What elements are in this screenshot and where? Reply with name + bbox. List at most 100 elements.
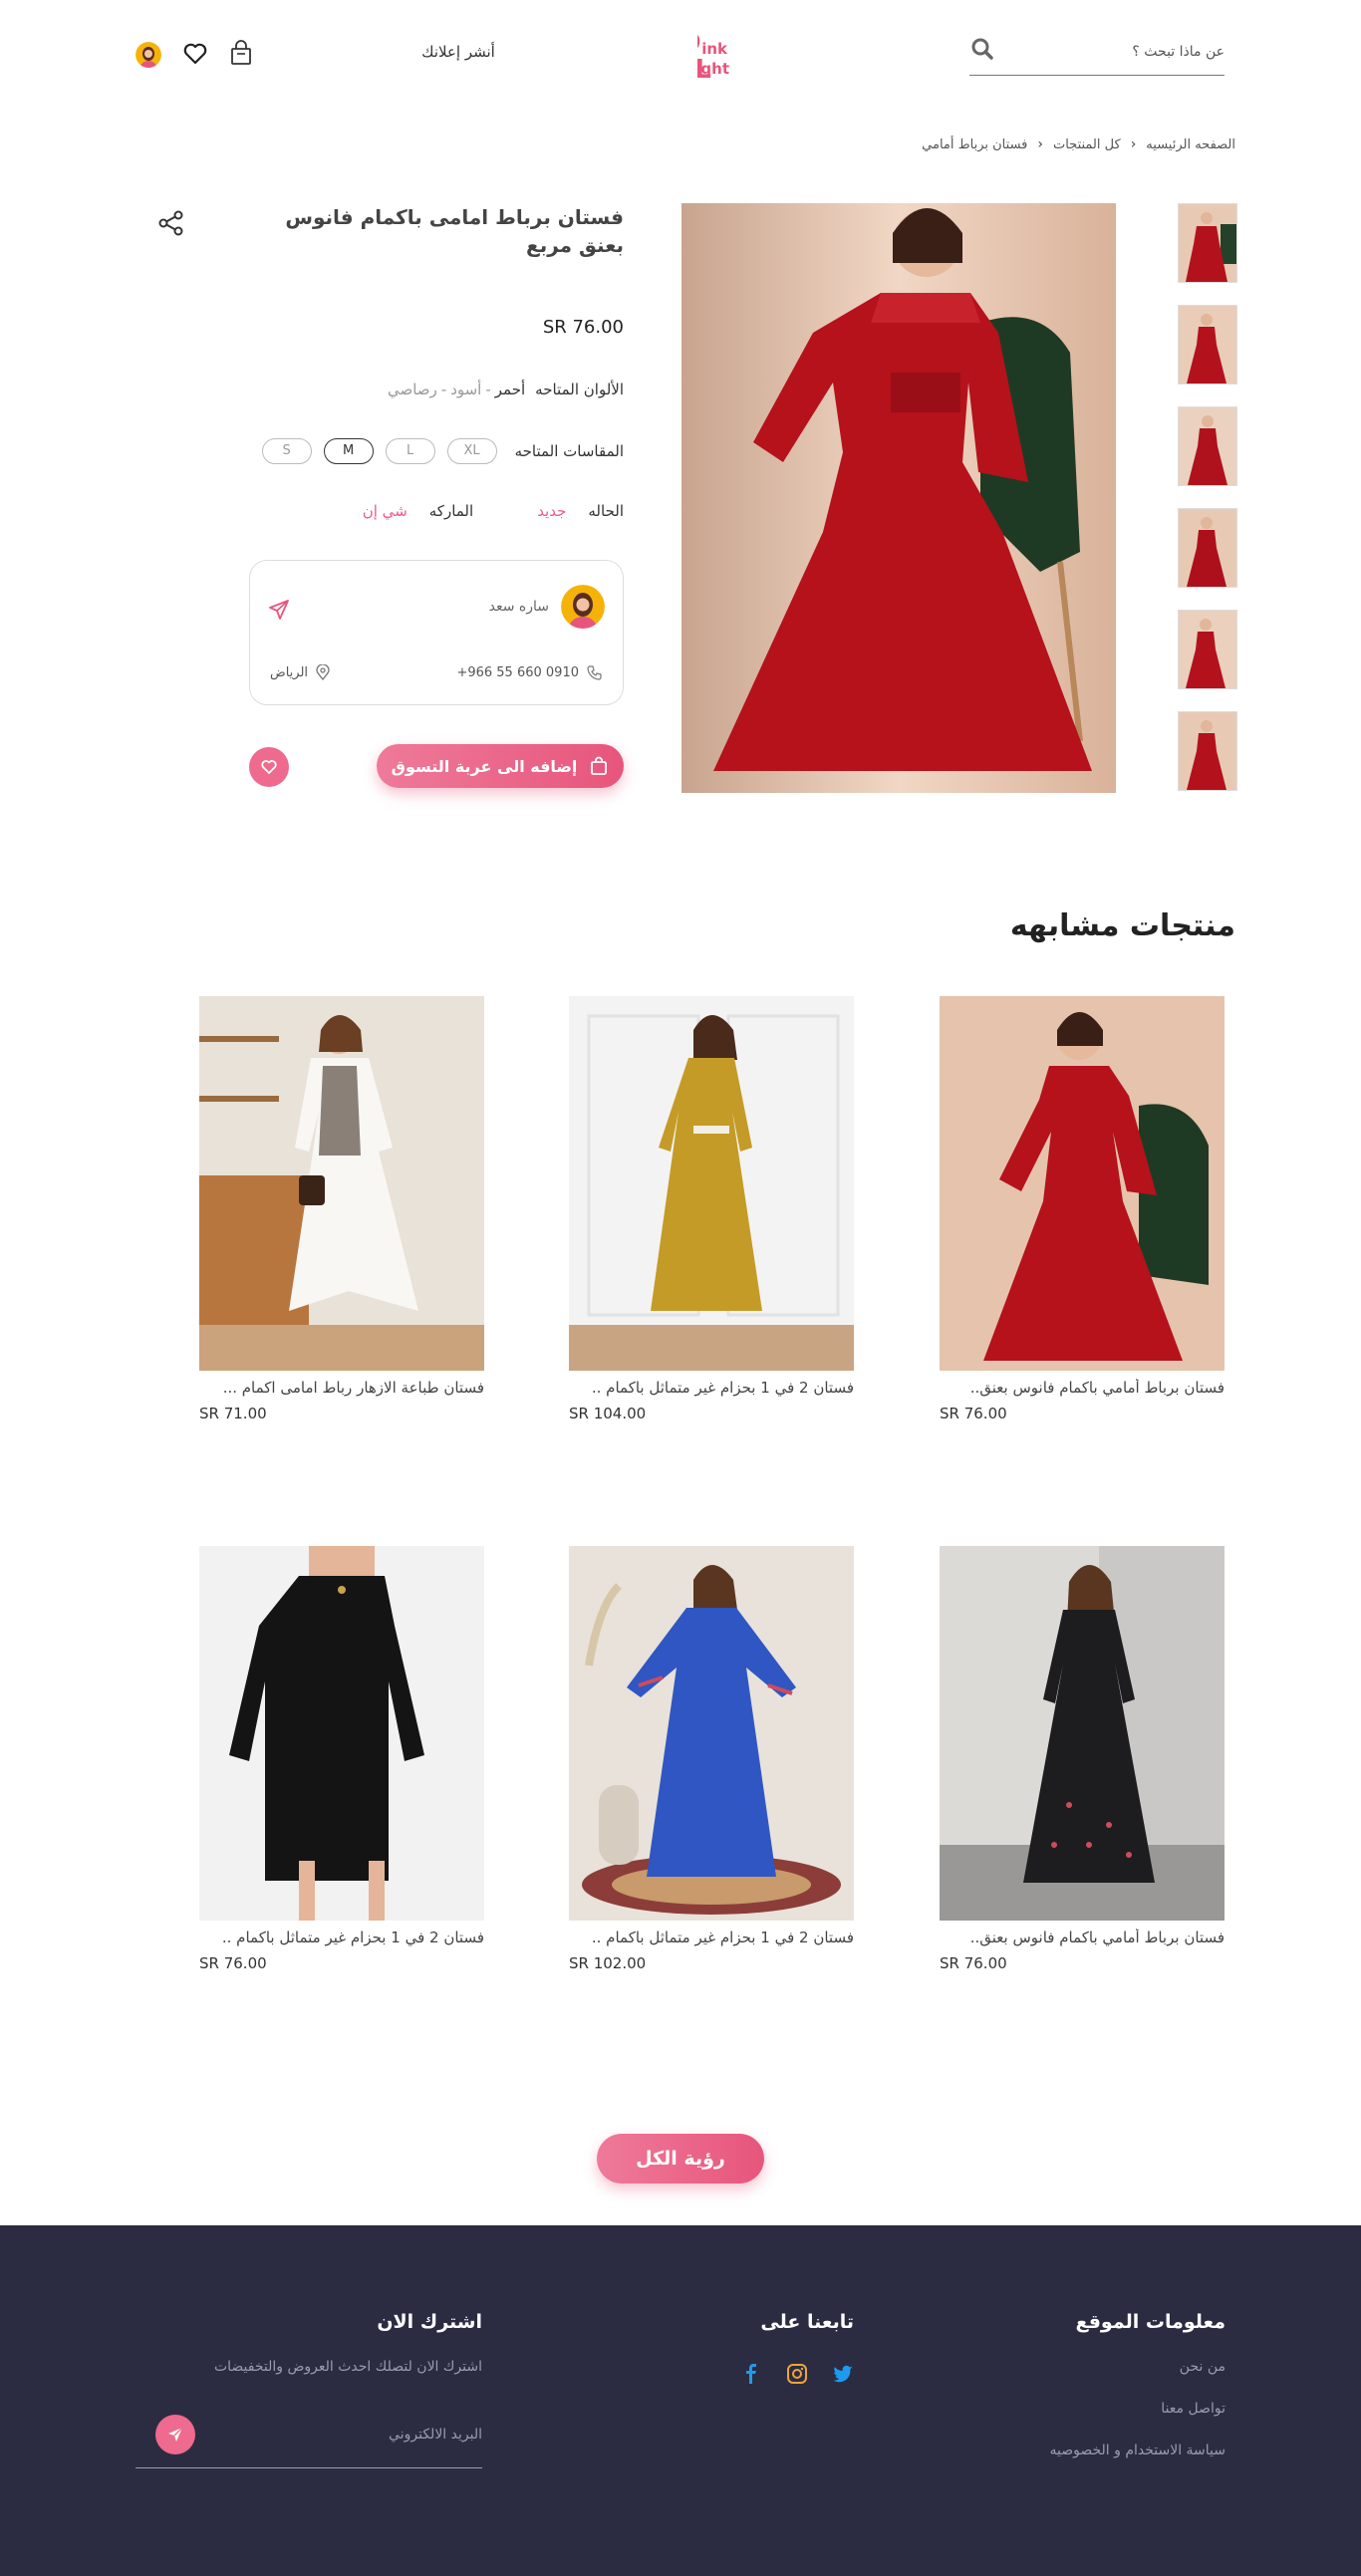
add-to-favorites-button[interactable] xyxy=(249,747,289,787)
seller-phone[interactable]: +966 55 660 0910 xyxy=(456,664,603,680)
seller-card: ساره سعد +966 55 660 0910 الرياض xyxy=(249,560,624,705)
product-card[interactable]: فستان 2 في 1 بحزام غير متماثل باكمام .. … xyxy=(569,996,854,1422)
chevron-left-icon: ‹ xyxy=(1037,136,1043,152)
size-option-s[interactable]: S xyxy=(261,438,312,464)
advertise-link[interactable]: أنشر إعلانك xyxy=(399,43,518,61)
bag-icon xyxy=(591,756,608,775)
add-to-cart-button[interactable]: إضافه الى عربة التسوق xyxy=(377,744,624,788)
size-option-m[interactable]: M xyxy=(323,438,374,464)
social-links xyxy=(694,2363,854,2385)
footer-link-privacy[interactable]: سياسة الاستخدام و الخصوصيه xyxy=(986,2443,1225,2458)
product-card-title[interactable]: فستان 2 في 1 بحزام غير متماثل باكمام .. xyxy=(199,1929,484,1946)
sizes-label: المقاسات المتاحه xyxy=(514,442,624,460)
thumbnail[interactable] xyxy=(1178,610,1237,689)
thumbnail[interactable] xyxy=(1178,711,1237,791)
condition-group: الحاله جديد xyxy=(537,502,624,520)
product-card-price: SR 104.00 xyxy=(569,1405,647,1422)
search-box[interactable] xyxy=(969,28,1225,76)
product-title: فستان برباط امامى باكمام فانوس بعنق مربع xyxy=(285,205,624,257)
size-option-l[interactable]: L xyxy=(385,438,435,464)
seller-city-name: الرياض xyxy=(270,664,309,680)
sizes-row: المقاسات المتاحه XL L M S xyxy=(261,438,624,464)
footer-subscribe-title: اشترك الان xyxy=(377,2311,482,2333)
seller-name: ساره سعد xyxy=(488,599,549,615)
product-main-image[interactable] xyxy=(681,203,1116,793)
add-to-cart-label: إضافه الى عربة التسوق xyxy=(391,756,578,776)
send-message-icon[interactable] xyxy=(266,597,292,623)
breadcrumb-current: فستان برباط أمامي xyxy=(922,136,1028,152)
product-card-price: SR 76.00 xyxy=(940,1954,1007,1972)
thumbnail[interactable] xyxy=(1178,305,1237,385)
product-card[interactable]: فستان برباط أمامي باكمام فانوس بعنق.. SR… xyxy=(940,996,1225,1422)
breadcrumb-home[interactable]: الصفحه الرئيسيه xyxy=(1146,137,1235,152)
color-option[interactable]: أسود xyxy=(450,381,481,398)
chevron-left-icon: ‹ xyxy=(1130,136,1137,152)
product-card-image[interactable] xyxy=(199,996,484,1371)
product-card-price: SR 102.00 xyxy=(569,1954,647,1972)
heart-icon[interactable] xyxy=(181,40,209,68)
cart-icon[interactable] xyxy=(227,40,255,68)
site-header: P ink L ight أنشر إعلانك xyxy=(0,0,1361,110)
heart-icon xyxy=(261,760,277,774)
size-option-xl[interactable]: XL xyxy=(446,438,497,464)
color-separator: - xyxy=(440,381,447,398)
seller-avatar xyxy=(561,585,605,629)
footer-subscribe-description: اشترك الان لتصلك احدث العروض والتخفيضات xyxy=(213,2359,482,2375)
product-price: SR 76.00 xyxy=(542,317,624,338)
color-option[interactable]: رصاصي xyxy=(388,381,437,398)
product-card[interactable]: فستان برباط أمامي باكمام فانوس بعنق.. SR… xyxy=(940,1546,1225,1972)
product-card-image[interactable] xyxy=(569,1546,854,1921)
similar-products-title: منتجات مشابهه xyxy=(1009,908,1235,943)
brand-value[interactable]: شي إن xyxy=(363,502,408,520)
footer-follow-column: تابعنا على xyxy=(694,2311,854,2385)
seller-location: الرياض xyxy=(270,664,330,680)
product-card[interactable]: فستان 2 في 1 بحزام غير متماثل باكمام .. … xyxy=(199,1546,484,1972)
product-card-price: SR 76.00 xyxy=(940,1405,1007,1422)
product-card-title[interactable]: فستان برباط أمامي باكمام فانوس بعنق.. xyxy=(940,1379,1225,1397)
color-separator: - xyxy=(485,381,491,398)
product-card-image[interactable] xyxy=(940,996,1225,1371)
product-card-image[interactable] xyxy=(199,1546,484,1921)
product-card[interactable]: فستان طباعة الازهار رباط امامى اكمام ...… xyxy=(199,996,484,1422)
site-footer: معلومات الموقع من نحن تواصل معنا سياسة ا… xyxy=(0,2225,1361,2576)
user-avatar[interactable] xyxy=(136,42,161,68)
product-card-title[interactable]: فستان برباط أمامي باكمام فانوس بعنق.. xyxy=(940,1929,1225,1946)
footer-follow-title: تابعنا على xyxy=(760,2311,854,2333)
search-icon[interactable] xyxy=(969,36,995,62)
product-card-title[interactable]: فستان طباعة الازهار رباط امامى اكمام ... xyxy=(199,1379,484,1397)
send-icon xyxy=(168,2427,183,2442)
condition-brand-row: الحاله جديد الماركه شي إن xyxy=(363,502,624,520)
newsletter-submit-button[interactable] xyxy=(155,2415,195,2454)
condition-value: جديد xyxy=(537,502,567,520)
brand-group: الماركه شي إن xyxy=(363,502,473,520)
twitter-icon[interactable] xyxy=(832,2363,854,2385)
newsletter-email-input[interactable] xyxy=(203,2421,482,2448)
site-logo[interactable]: P ink L ight xyxy=(671,22,771,86)
product-card[interactable]: فستان 2 في 1 بحزام غير متماثل باكمام .. … xyxy=(569,1546,854,1972)
view-all-button[interactable]: رؤية الكل xyxy=(597,2134,764,2184)
brand-label: الماركه xyxy=(428,502,474,520)
color-option-active[interactable]: أحمر xyxy=(495,381,525,398)
thumbnail[interactable] xyxy=(1178,406,1237,486)
footer-info-column: معلومات الموقع من نحن تواصل معنا سياسة ا… xyxy=(986,2311,1225,2458)
product-card-image[interactable] xyxy=(940,1546,1225,1921)
seller-phone-number: +966 55 660 0910 xyxy=(456,664,579,680)
location-pin-icon xyxy=(316,664,330,680)
search-input[interactable] xyxy=(1015,38,1225,66)
breadcrumb-all-products[interactable]: كل المنتجات xyxy=(1053,137,1121,152)
colors-label: الألوان المتاحه xyxy=(535,381,624,398)
product-card-title[interactable]: فستان 2 في 1 بحزام غير متماثل باكمام .. xyxy=(569,1929,854,1946)
product-card-price: SR 71.00 xyxy=(199,1405,267,1422)
footer-link-contact[interactable]: تواصل معنا xyxy=(986,2401,1225,2417)
thumbnail[interactable] xyxy=(1178,508,1237,588)
product-card-price: SR 76.00 xyxy=(199,1954,267,1972)
facebook-icon[interactable] xyxy=(740,2363,762,2385)
footer-link-about[interactable]: من نحن xyxy=(986,2359,1225,2375)
product-card-title[interactable]: فستان 2 في 1 بحزام غير متماثل باكمام .. xyxy=(569,1379,854,1397)
instagram-icon[interactable] xyxy=(786,2363,808,2385)
colors-row: الألوان المتاحه أحمر - أسود - رصاصي xyxy=(388,381,624,398)
share-icon[interactable] xyxy=(157,209,185,237)
thumbnail-gallery xyxy=(1176,203,1237,813)
product-card-image[interactable] xyxy=(569,996,854,1371)
thumbnail[interactable] xyxy=(1178,203,1237,283)
